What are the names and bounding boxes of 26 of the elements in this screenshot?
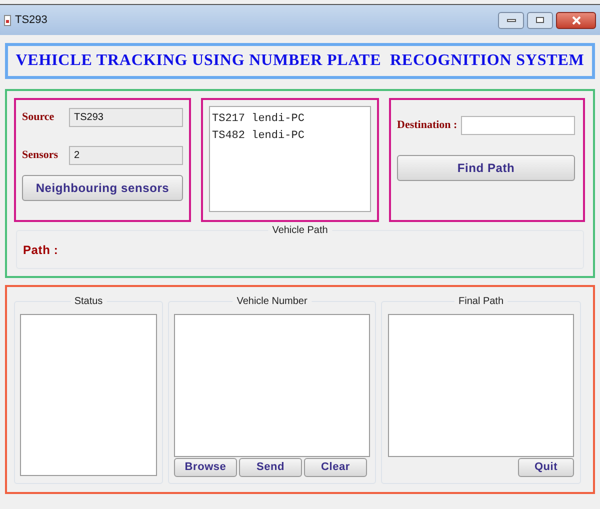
close-icon	[572, 16, 580, 24]
document-icon	[4, 14, 11, 26]
maximize-button[interactable]	[527, 12, 553, 28]
action-button[interactable]: Neighbouring sensors	[22, 175, 183, 201]
destination-label: Destination :	[397, 118, 458, 134]
source-field[interactable]: TS293	[69, 108, 183, 127]
vehicle-number-box[interactable]	[174, 314, 370, 457]
minimize-button[interactable]	[498, 12, 524, 28]
action-button[interactable]: Browse	[174, 458, 237, 477]
close-button[interactable]	[556, 12, 596, 28]
sensors-field[interactable]: 2	[69, 146, 183, 165]
status-box[interactable]	[20, 314, 157, 476]
list-item[interactable]: TS217 lendi-PC	[212, 111, 368, 128]
list-item[interactable]: TS482 lendi-PC	[212, 128, 368, 145]
source-label: Source	[22, 110, 56, 126]
action-button[interactable]: Find Path	[397, 155, 575, 181]
destination-field[interactable]	[461, 116, 576, 135]
neighbour-list[interactable]: TS217 lendi-PC TS482 lendi-PC	[209, 106, 371, 212]
banner-title: VEHICLE TRACKING USING NUMBER PLATE RECOGNITION SYSTEM	[16, 51, 584, 71]
sensors-label: Sensors	[22, 148, 60, 164]
action-button[interactable]: Clear	[304, 458, 367, 477]
action-button[interactable]: Quit	[518, 458, 574, 477]
path-label: Path :	[23, 242, 58, 259]
window-title: TS293	[15, 12, 48, 28]
final-path-box[interactable]	[388, 314, 574, 457]
action-button[interactable]: Send	[239, 458, 302, 477]
